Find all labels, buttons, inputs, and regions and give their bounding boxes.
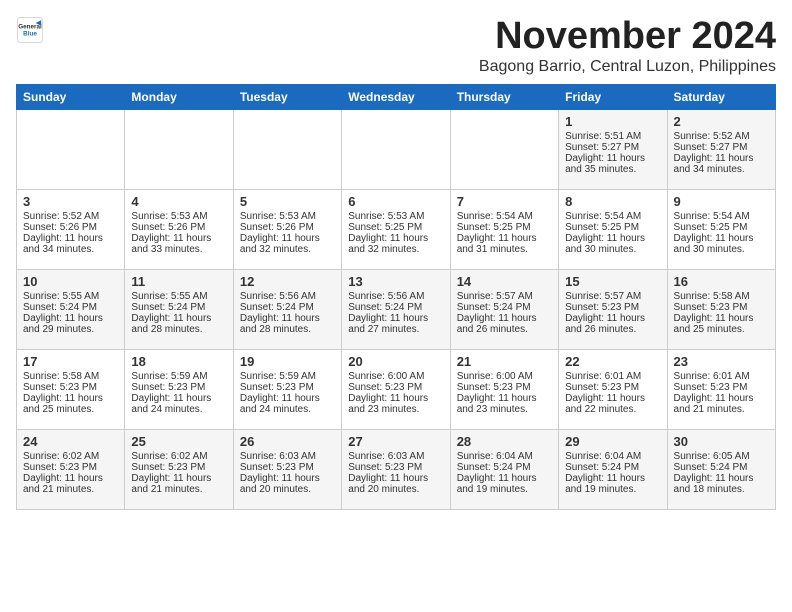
svg-text:Blue: Blue bbox=[23, 31, 37, 38]
day-number: 8 bbox=[565, 194, 660, 209]
day-number: 11 bbox=[131, 274, 226, 289]
day-cell: 18Sunrise: 5:59 AMSunset: 5:23 PMDayligh… bbox=[125, 349, 233, 429]
day-cell: 23Sunrise: 6:01 AMSunset: 5:23 PMDayligh… bbox=[667, 349, 775, 429]
svg-text:General: General bbox=[18, 24, 42, 31]
header-cell-sunday: Sunday bbox=[17, 84, 125, 109]
header-cell-monday: Monday bbox=[125, 84, 233, 109]
day-number: 16 bbox=[674, 274, 769, 289]
day-number: 3 bbox=[23, 194, 118, 209]
week-row-3: 10Sunrise: 5:55 AMSunset: 5:24 PMDayligh… bbox=[17, 269, 776, 349]
day-cell: 2Sunrise: 5:52 AMSunset: 5:27 PMDaylight… bbox=[667, 109, 775, 189]
day-number: 12 bbox=[240, 274, 335, 289]
day-cell: 1Sunrise: 5:51 AMSunset: 5:27 PMDaylight… bbox=[559, 109, 667, 189]
day-cell: 11Sunrise: 5:55 AMSunset: 5:24 PMDayligh… bbox=[125, 269, 233, 349]
day-number: 27 bbox=[348, 434, 443, 449]
day-number: 24 bbox=[23, 434, 118, 449]
header-cell-friday: Friday bbox=[559, 84, 667, 109]
day-number: 6 bbox=[348, 194, 443, 209]
day-number: 22 bbox=[565, 354, 660, 369]
day-number: 23 bbox=[674, 354, 769, 369]
day-number: 26 bbox=[240, 434, 335, 449]
header-cell-wednesday: Wednesday bbox=[342, 84, 450, 109]
day-cell: 12Sunrise: 5:56 AMSunset: 5:24 PMDayligh… bbox=[233, 269, 341, 349]
day-cell bbox=[450, 109, 558, 189]
day-cell: 27Sunrise: 6:03 AMSunset: 5:23 PMDayligh… bbox=[342, 429, 450, 509]
day-cell: 29Sunrise: 6:04 AMSunset: 5:24 PMDayligh… bbox=[559, 429, 667, 509]
header-cell-saturday: Saturday bbox=[667, 84, 775, 109]
day-cell: 10Sunrise: 5:55 AMSunset: 5:24 PMDayligh… bbox=[17, 269, 125, 349]
day-cell: 3Sunrise: 5:52 AMSunset: 5:26 PMDaylight… bbox=[17, 189, 125, 269]
week-row-4: 17Sunrise: 5:58 AMSunset: 5:23 PMDayligh… bbox=[17, 349, 776, 429]
day-cell: 22Sunrise: 6:01 AMSunset: 5:23 PMDayligh… bbox=[559, 349, 667, 429]
day-cell: 8Sunrise: 5:54 AMSunset: 5:25 PMDaylight… bbox=[559, 189, 667, 269]
day-cell: 6Sunrise: 5:53 AMSunset: 5:25 PMDaylight… bbox=[342, 189, 450, 269]
day-number: 13 bbox=[348, 274, 443, 289]
day-number: 4 bbox=[131, 194, 226, 209]
day-cell: 4Sunrise: 5:53 AMSunset: 5:26 PMDaylight… bbox=[125, 189, 233, 269]
month-title: November 2024 bbox=[479, 16, 776, 58]
day-number: 9 bbox=[674, 194, 769, 209]
day-number: 20 bbox=[348, 354, 443, 369]
header-row: SundayMondayTuesdayWednesdayThursdayFrid… bbox=[17, 84, 776, 109]
day-cell: 16Sunrise: 5:58 AMSunset: 5:23 PMDayligh… bbox=[667, 269, 775, 349]
header-cell-tuesday: Tuesday bbox=[233, 84, 341, 109]
day-cell: 21Sunrise: 6:00 AMSunset: 5:23 PMDayligh… bbox=[450, 349, 558, 429]
week-row-2: 3Sunrise: 5:52 AMSunset: 5:26 PMDaylight… bbox=[17, 189, 776, 269]
title-area: November 2024 Bagong Barrio, Central Luz… bbox=[479, 16, 776, 76]
day-number: 15 bbox=[565, 274, 660, 289]
day-cell: 20Sunrise: 6:00 AMSunset: 5:23 PMDayligh… bbox=[342, 349, 450, 429]
day-number: 30 bbox=[674, 434, 769, 449]
day-cell bbox=[125, 109, 233, 189]
day-number: 19 bbox=[240, 354, 335, 369]
day-number: 14 bbox=[457, 274, 552, 289]
day-cell: 24Sunrise: 6:02 AMSunset: 5:23 PMDayligh… bbox=[17, 429, 125, 509]
day-cell bbox=[342, 109, 450, 189]
day-number: 5 bbox=[240, 194, 335, 209]
day-cell: 7Sunrise: 5:54 AMSunset: 5:25 PMDaylight… bbox=[450, 189, 558, 269]
day-cell: 26Sunrise: 6:03 AMSunset: 5:23 PMDayligh… bbox=[233, 429, 341, 509]
day-number: 29 bbox=[565, 434, 660, 449]
calendar-table: SundayMondayTuesdayWednesdayThursdayFrid… bbox=[16, 84, 776, 510]
day-number: 17 bbox=[23, 354, 118, 369]
day-cell: 17Sunrise: 5:58 AMSunset: 5:23 PMDayligh… bbox=[17, 349, 125, 429]
day-cell: 28Sunrise: 6:04 AMSunset: 5:24 PMDayligh… bbox=[450, 429, 558, 509]
header: General Blue November 2024 Bagong Barrio… bbox=[16, 16, 776, 76]
day-number: 1 bbox=[565, 114, 660, 129]
day-number: 21 bbox=[457, 354, 552, 369]
day-cell: 30Sunrise: 6:05 AMSunset: 5:24 PMDayligh… bbox=[667, 429, 775, 509]
logo-icon: General Blue bbox=[16, 16, 44, 44]
day-number: 2 bbox=[674, 114, 769, 129]
week-row-1: 1Sunrise: 5:51 AMSunset: 5:27 PMDaylight… bbox=[17, 109, 776, 189]
day-cell bbox=[233, 109, 341, 189]
day-number: 28 bbox=[457, 434, 552, 449]
week-row-5: 24Sunrise: 6:02 AMSunset: 5:23 PMDayligh… bbox=[17, 429, 776, 509]
location-title: Bagong Barrio, Central Luzon, Philippine… bbox=[479, 58, 776, 76]
day-number: 25 bbox=[131, 434, 226, 449]
day-cell: 14Sunrise: 5:57 AMSunset: 5:24 PMDayligh… bbox=[450, 269, 558, 349]
day-cell: 25Sunrise: 6:02 AMSunset: 5:23 PMDayligh… bbox=[125, 429, 233, 509]
day-cell bbox=[17, 109, 125, 189]
day-number: 18 bbox=[131, 354, 226, 369]
day-cell: 5Sunrise: 5:53 AMSunset: 5:26 PMDaylight… bbox=[233, 189, 341, 269]
logo: General Blue bbox=[16, 16, 44, 44]
header-cell-thursday: Thursday bbox=[450, 84, 558, 109]
day-cell: 15Sunrise: 5:57 AMSunset: 5:23 PMDayligh… bbox=[559, 269, 667, 349]
day-cell: 13Sunrise: 5:56 AMSunset: 5:24 PMDayligh… bbox=[342, 269, 450, 349]
day-number: 7 bbox=[457, 194, 552, 209]
day-cell: 9Sunrise: 5:54 AMSunset: 5:25 PMDaylight… bbox=[667, 189, 775, 269]
day-number: 10 bbox=[23, 274, 118, 289]
day-cell: 19Sunrise: 5:59 AMSunset: 5:23 PMDayligh… bbox=[233, 349, 341, 429]
